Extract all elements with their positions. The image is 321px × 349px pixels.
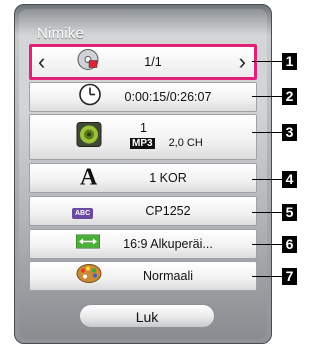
close-button[interactable]: Luk xyxy=(79,304,215,328)
abc-icon: ABC xyxy=(72,202,94,220)
time-row[interactable]: 0:00:15/0:26:07 xyxy=(29,82,257,112)
callout-number: 5 xyxy=(282,204,297,221)
audio-info: 1 MP3 2,0 CH xyxy=(130,121,236,150)
palette-icon xyxy=(76,264,102,289)
menu-title: Nimike xyxy=(37,25,85,42)
callout-line xyxy=(252,96,282,97)
aspect-ratio-row[interactable]: 16:9 Alkuperäi... xyxy=(29,229,257,259)
chevron-right-icon[interactable]: › xyxy=(239,49,246,75)
audio-track-value: 1 xyxy=(140,121,147,136)
speaker-icon xyxy=(76,122,102,153)
abc-icon-text: ABC xyxy=(72,208,94,219)
audio-channels: 2,0 CH xyxy=(168,137,203,150)
code-page-row[interactable]: ABC CP1252 xyxy=(29,196,257,226)
picture-mode-value: Normaali xyxy=(142,269,193,283)
aspect-ratio-value: 16:9 Alkuperäi... xyxy=(123,237,213,251)
callout-line xyxy=(252,244,282,245)
subtitle-value: 1 KOR xyxy=(149,171,187,185)
callout-number: 2 xyxy=(282,88,297,105)
audio-row[interactable]: 1 MP3 2,0 CH xyxy=(29,114,257,160)
callout-line xyxy=(252,132,282,133)
callout-line xyxy=(252,179,282,180)
callout-line xyxy=(252,212,282,213)
picture-mode-row[interactable]: Normaali xyxy=(29,261,257,291)
audio-format-badge: MP3 xyxy=(130,138,155,150)
stretch-icon xyxy=(75,234,101,254)
letter-a-icon: A xyxy=(80,164,98,191)
callout-number: 3 xyxy=(282,124,297,141)
callout-line xyxy=(252,276,282,277)
chevron-left-icon[interactable]: ‹ xyxy=(38,49,45,75)
code-page-value: CP1252 xyxy=(145,204,191,218)
callout-number: 7 xyxy=(282,268,297,285)
callout-number: 6 xyxy=(282,236,297,253)
callout-line xyxy=(252,61,282,62)
callout-number: 1 xyxy=(282,53,297,70)
title-row[interactable]: ‹ 1/1 › xyxy=(29,44,257,80)
time-value: 0:00:15/0:26:07 xyxy=(124,90,212,104)
audio-format-line: MP3 2,0 CH xyxy=(130,137,236,150)
clock-icon xyxy=(78,83,102,112)
title-value: 1/1 xyxy=(144,55,162,69)
subtitle-row[interactable]: A 1 KOR xyxy=(29,163,257,193)
callout-number: 4 xyxy=(282,171,297,188)
